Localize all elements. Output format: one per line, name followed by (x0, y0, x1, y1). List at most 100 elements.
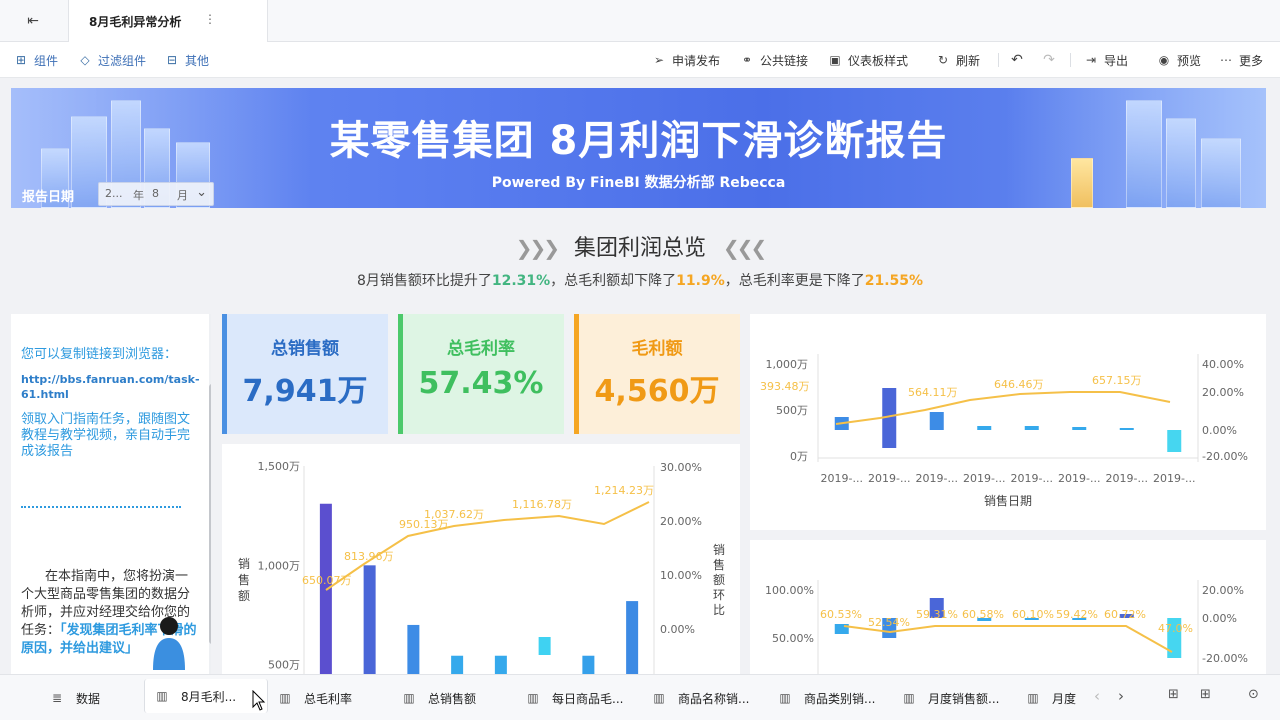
bar (494, 655, 507, 674)
component-button[interactable]: ⊞ 组件 (14, 42, 58, 78)
summary-text: 8月销售额环比提升了 (356, 273, 492, 289)
apply-publish-button[interactable]: ➢ 申请发布 (652, 42, 720, 78)
tab-category-sales[interactable]: ▥ 商品类别销... (778, 675, 886, 720)
main-sales-chart-card[interactable]: 1,500万 1,000万 500万 30.00% 20.00% 10.00% 0.00% 销… (222, 444, 740, 674)
export-icon: ⇥ (1085, 53, 1097, 67)
section-title: ❯❯❯ 集团利润总览 ❮❮❮ (0, 230, 1280, 262)
tab-data[interactable]: ≣ 数据 (50, 675, 100, 720)
y-axis-label: 额 (238, 589, 250, 603)
tab-label: 月度销售额... (928, 691, 1000, 706)
main-sales-chart: 1,500万 1,000万 500万 30.00% 20.00% 10.00% 0.00% 销… (238, 460, 725, 674)
refresh-button[interactable]: ↻ 刷新 (936, 42, 980, 78)
bar (538, 637, 551, 655)
x-tick-label: 2019-... (821, 472, 863, 485)
section-title-text: 集团利润总览 (573, 236, 706, 261)
undo-icon: ↶ (1011, 52, 1023, 68)
tab-label: 商品类别销... (804, 691, 876, 706)
guide-link[interactable]: http://bbs.fanruan.com/task-61.html (21, 372, 201, 402)
line-data-label: 650.07万 (302, 574, 352, 587)
arrows-right-icon: ❯❯❯ (515, 236, 560, 260)
redo-button[interactable]: ↷ (1042, 42, 1062, 78)
summary-value-margin: 21.55% (864, 273, 924, 289)
tab-monthly[interactable]: ▥ 月度 (1026, 675, 1076, 720)
line-data-label: 60.72% (1104, 608, 1146, 621)
other-button[interactable]: ⊟ 其他 (165, 42, 209, 78)
guide-divider (21, 506, 181, 508)
kpi-total-sales[interactable]: 总销售额 7,941万 (222, 314, 388, 434)
tab-daily-margin[interactable]: ▥ 每日商品毛... (526, 675, 634, 720)
report-date-select[interactable]: 2... 年 8 月 ⌄ (98, 182, 214, 206)
monthly-profit-chart-card[interactable]: 1,000万 500万 0万 40.00% 20.00% 0.00% -20.00% 2019… (750, 314, 1266, 530)
preview-button[interactable]: ◉ 预览 (1157, 42, 1201, 78)
y-tick-label: 100.00% (765, 584, 814, 597)
report-banner: 某零售集团 8月利润下滑诊断报告 Powered By FineBI 数据分析部… (11, 88, 1266, 208)
add-dashboard-icon[interactable]: ⊞ (1168, 687, 1179, 702)
undo-button[interactable]: ↶ (1010, 42, 1030, 78)
line-data-label: 52.54% (868, 616, 910, 629)
banner-title: 某零售集团 8月利润下滑诊断报告 (329, 118, 948, 164)
y-tick-label: 1,500万 (258, 460, 301, 473)
tab-total-sales[interactable]: ▥ 总销售额 (402, 675, 476, 720)
dashboard-style-button[interactable]: ▣ 仪表板样式 (828, 42, 908, 78)
tab-prev-icon[interactable]: ‹ (1094, 687, 1100, 705)
y-tick-label: 500万 (776, 404, 808, 417)
line-data-label: 47.0% (1158, 622, 1193, 635)
x-tick-label: 2019-... (1011, 472, 1053, 485)
y2-tick-label: -20.00% (1202, 450, 1248, 463)
vertical-dots-icon[interactable]: ⋮ (204, 12, 216, 26)
kpi-label: 毛利额 (631, 339, 683, 359)
collapse-icon[interactable]: ⊙ (1248, 687, 1259, 702)
public-link-button[interactable]: ⚭ 公共链接 (740, 42, 808, 78)
tab-label: 商品名称销... (678, 691, 750, 706)
date-year-unit: 年 (133, 189, 144, 202)
tab-monthly-sales[interactable]: ▥ 月度销售额... (902, 675, 1012, 720)
margin-rate-chart-card[interactable]: 100.00% 50.00% 20.00% 0.00% -20.00% 60.53% 52.… (750, 540, 1266, 674)
send-icon: ➢ (653, 53, 665, 67)
toolbar-divider (1070, 53, 1071, 67)
kpi-gross-margin-rate[interactable]: 总毛利率 57.43% (398, 314, 564, 434)
y2-tick-label: 0.00% (1202, 612, 1237, 625)
x-tick-label: 2019-... (1106, 472, 1148, 485)
tab-product-sales[interactable]: ▥ 商品名称销... (652, 675, 762, 720)
guide-scrollbar[interactable] (209, 314, 211, 674)
line-data-label: 1,116.78万 (512, 498, 572, 511)
other-icon: ⊟ (166, 53, 178, 67)
y-tick-label: 50.00% (772, 632, 814, 645)
tab-label: 数据 (76, 691, 101, 706)
export-label: 导出 (1104, 53, 1129, 68)
y2-axis-label: 额 (713, 573, 725, 587)
line-data-label: 59.31% (916, 608, 958, 621)
y2-axis-label: 售 (713, 557, 725, 572)
line-data-label: 646.46万 (994, 378, 1044, 391)
bottom-tab-bar: ≣ 数据 ▥ 8月毛利... ▥ 总毛利率 ▥ 总销售额 ▥ 每日商品毛... ▥ 商品名称… (0, 674, 1280, 720)
tab-dashboard-active[interactable]: ▥ 8月毛利... (144, 679, 268, 713)
line-data-label: 657.15万 (1092, 374, 1142, 387)
line-data-label: 564.11万 (908, 386, 958, 399)
bar (319, 503, 332, 674)
summary-value-sales: 12.31% (491, 273, 551, 289)
component-icon: ⊞ (15, 53, 27, 67)
x-tick-label: 2019-... (1153, 472, 1195, 485)
y-axis-label: 销 (238, 557, 250, 571)
bar (626, 601, 639, 674)
dashboard-tab[interactable]: 8月毛利异常分析 ⋮ (68, 0, 268, 42)
kpi-value: 7,941万 (242, 374, 368, 409)
date-year-value: 2... (105, 187, 123, 200)
exit-icon[interactable]: ⇤ (24, 12, 42, 30)
filter-component-button[interactable]: ◇ 过滤组件 (78, 42, 146, 78)
filter-icon: ◇ (80, 53, 90, 67)
add-component-icon[interactable]: ⊞ (1200, 687, 1211, 702)
refresh-label: 刷新 (956, 53, 981, 68)
y2-tick-label: 20.00% (660, 515, 702, 528)
scrollbar-thumb[interactable] (209, 384, 211, 644)
export-button[interactable]: ⇥ 导出 (1084, 42, 1128, 78)
y-axis-label: 售 (238, 572, 250, 587)
kpi-gross-profit[interactable]: 毛利额 4,560万 (574, 314, 740, 434)
more-button[interactable]: ⋯ 更多 (1219, 42, 1263, 78)
tab-next-icon[interactable]: › (1118, 687, 1124, 705)
kpi-value: 57.43% (418, 366, 544, 401)
tab-total-margin-rate[interactable]: ▥ 总毛利率 (278, 675, 352, 720)
dashboard-style-label: 仪表板样式 (848, 53, 909, 68)
tab-label: 8月毛利... (181, 689, 237, 704)
chart-icon: ▥ (1027, 691, 1039, 705)
